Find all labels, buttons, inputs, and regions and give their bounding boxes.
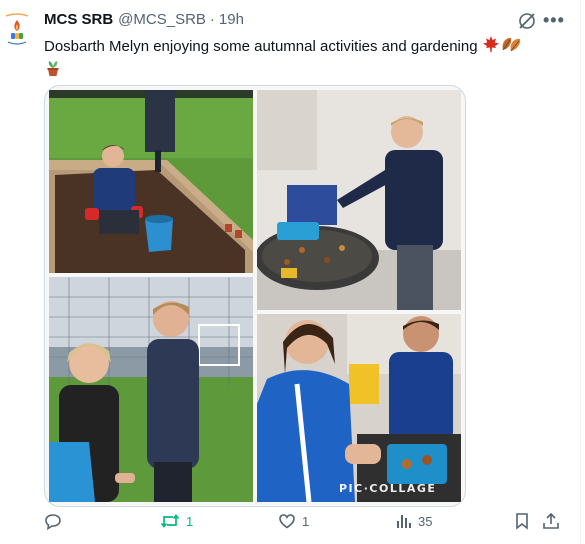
photo-teacher-and-boy[interactable] [49, 277, 253, 502]
display-name[interactable]: MCS SRB [44, 11, 113, 28]
photo-boy-leaf-tray[interactable] [257, 90, 461, 310]
views-icon [397, 515, 411, 528]
fallen-leaf-icon [500, 35, 522, 59]
grok-button[interactable] [518, 12, 536, 35]
tweet[interactable]: MCS SRB @MCS_SRB · 19h ••• Dosbarth Mely… [0, 0, 581, 544]
collage-watermark: PIC·COLLAGE [339, 482, 437, 495]
views-button[interactable]: 35 [396, 512, 432, 530]
photo-collage: PIC·COLLAGE [49, 90, 461, 502]
share-icon [543, 512, 559, 529]
tweet-text: Dosbarth Melyn enjoying some autumnal ac… [44, 35, 554, 83]
like-count: 1 [302, 513, 310, 529]
more-icon[interactable]: ••• [543, 11, 565, 29]
repost-icon [160, 514, 180, 528]
photo-boy-digging[interactable] [49, 90, 253, 273]
heart-icon [279, 514, 295, 529]
bookmark-icon [516, 513, 528, 530]
photo-children-leaf-tray[interactable] [257, 314, 461, 502]
reply-icon [45, 514, 61, 530]
tweet-header: MCS SRB @MCS_SRB · 19h [44, 11, 244, 28]
views-count: 35 [418, 513, 433, 529]
action-bar: 1 1 35 [0, 512, 580, 542]
timestamp[interactable]: 19h [219, 11, 244, 28]
reply-button[interactable] [44, 512, 68, 530]
repost-count: 1 [186, 513, 194, 529]
bookmark-button[interactable] [514, 512, 530, 530]
user-handle[interactable]: @MCS_SRB [118, 11, 206, 28]
maple-leaf-icon [482, 35, 500, 59]
tweet-text-body: Dosbarth Melyn enjoying some autumnal ac… [44, 37, 478, 55]
like-button[interactable]: 1 [278, 512, 309, 530]
grok-icon [519, 13, 535, 29]
tweet-media[interactable]: PIC·COLLAGE [44, 85, 466, 507]
separator: · [209, 11, 215, 28]
repost-button[interactable]: 1 [160, 512, 193, 530]
avatar[interactable] [2, 12, 32, 48]
potted-plant-icon [44, 59, 62, 83]
school-logo-icon [5, 13, 29, 45]
share-button[interactable] [542, 512, 560, 530]
